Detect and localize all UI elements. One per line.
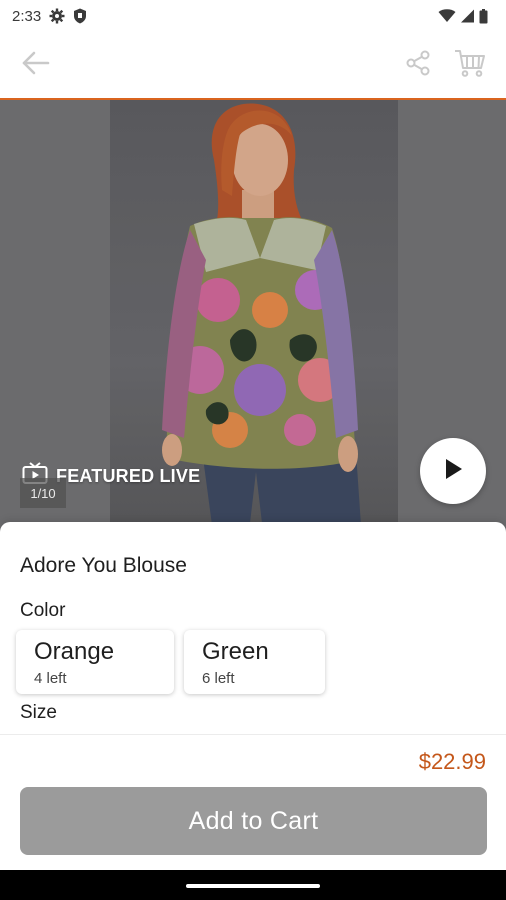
- share-icon: [404, 49, 432, 82]
- system-nav-bar: [0, 870, 506, 900]
- add-to-cart-button[interactable]: Add to Cart: [20, 787, 487, 855]
- back-button[interactable]: [16, 45, 56, 85]
- cart-button[interactable]: [450, 45, 490, 85]
- battery-icon: [479, 8, 488, 24]
- status-time: 2:33: [12, 7, 42, 25]
- cart-icon: [454, 48, 486, 83]
- color-option-stock: 4 left: [34, 670, 67, 687]
- purchase-panel: $22.99 Add to Cart: [0, 734, 506, 870]
- color-option-stock: 6 left: [202, 670, 235, 687]
- featured-live-label: FEATURED LIVE: [56, 466, 201, 486]
- color-option-name: Orange: [34, 638, 115, 665]
- product-title: Adore You Blouse: [20, 554, 187, 577]
- image-counter: 1/10: [20, 478, 66, 508]
- play-icon: [443, 458, 463, 485]
- signal-icon: [460, 9, 475, 23]
- gear-icon: [49, 8, 65, 24]
- color-option-orange[interactable]: Orange 4 left: [16, 630, 174, 694]
- size-label: Size: [20, 702, 57, 723]
- status-bar: 2:33: [0, 0, 506, 32]
- home-indicator[interactable]: [186, 884, 320, 888]
- color-label: Color: [20, 600, 66, 621]
- top-app-bar: [0, 32, 506, 98]
- product-image-carousel[interactable]: FEATURED LIVE 1/10: [0, 100, 506, 540]
- color-option-name: Green: [202, 638, 269, 665]
- play-video-button[interactable]: [420, 438, 486, 504]
- wifi-icon: [438, 9, 456, 23]
- product-price: $22.99: [418, 749, 486, 774]
- share-button[interactable]: [398, 45, 438, 85]
- shield-icon: [73, 8, 87, 24]
- color-option-green[interactable]: Green 6 left: [184, 630, 325, 694]
- product-options-sheet: Adore You Blouse Color Orange 4 left Gre…: [0, 522, 506, 734]
- back-arrow-icon: [21, 50, 51, 81]
